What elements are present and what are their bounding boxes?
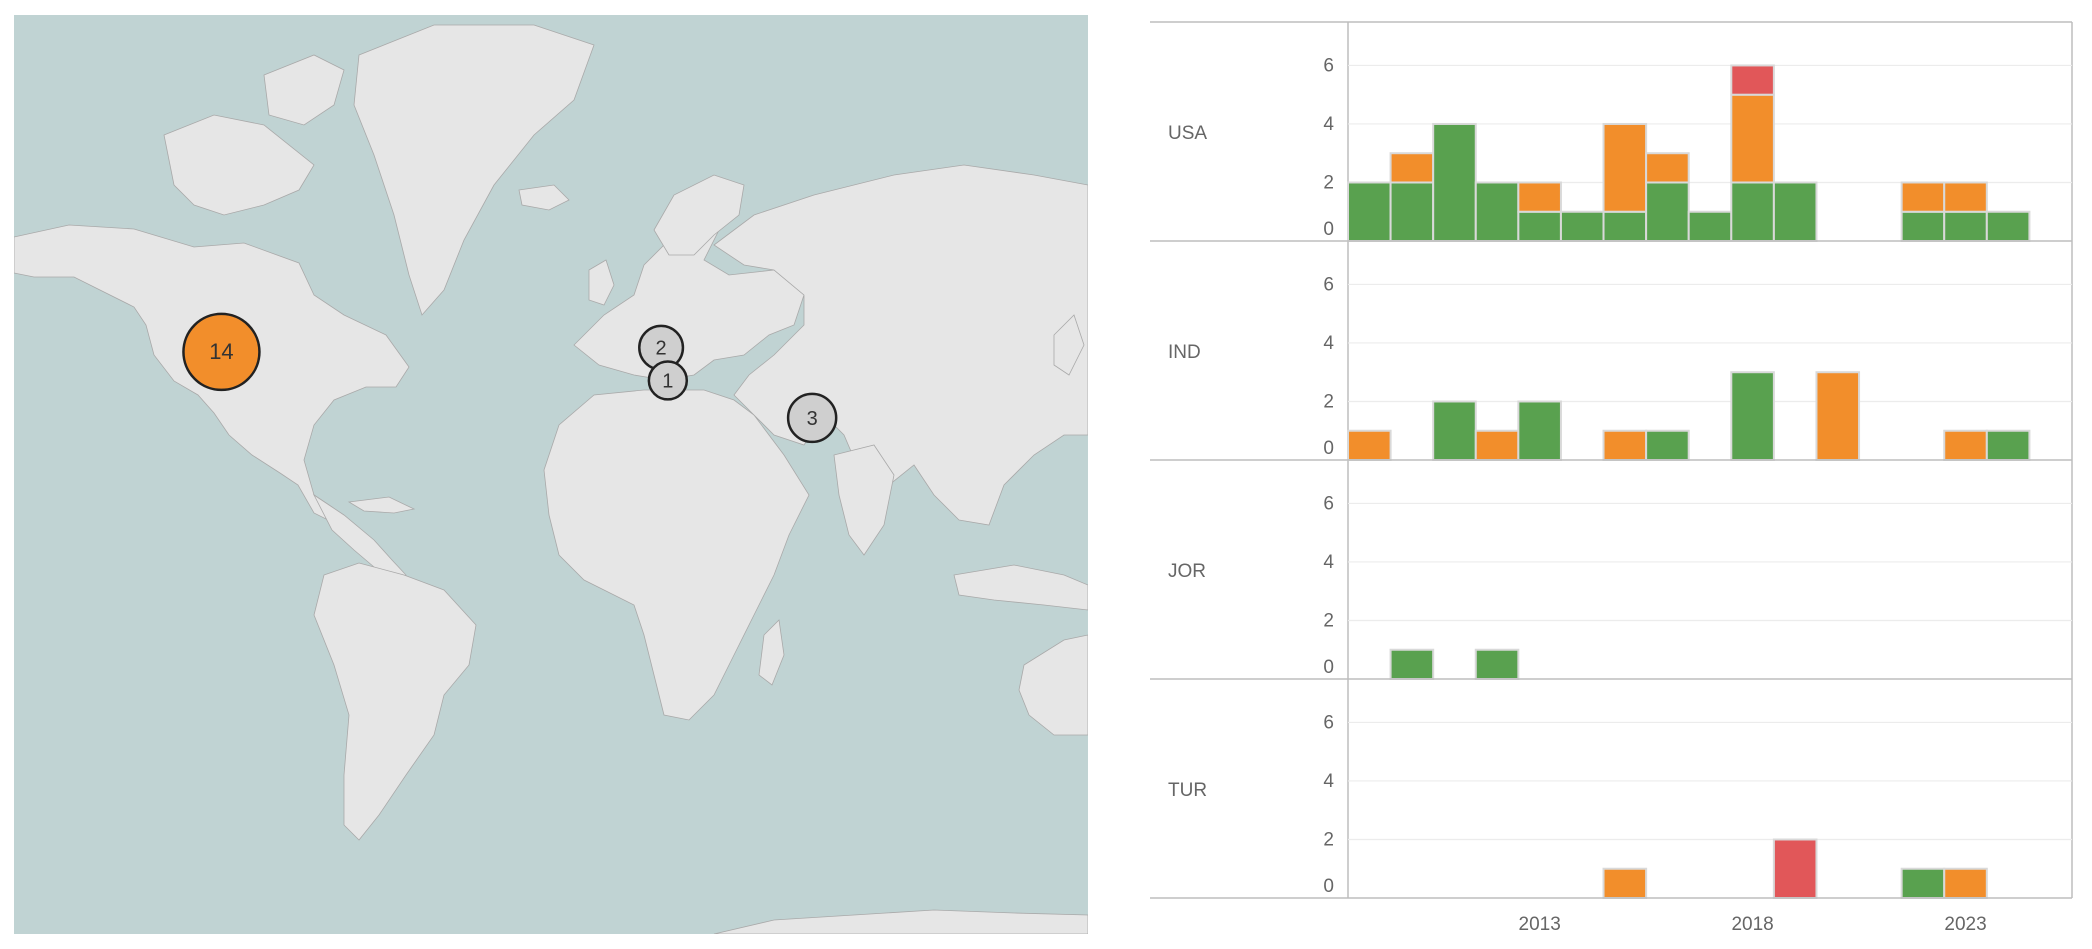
x-tick-label: 2013 — [1519, 914, 1561, 935]
bar-usa-2014-green[interactable] — [1559, 210, 1605, 243]
chart-panel: 0 2 4 6 USA 0 2 4 6 IND 0 2 4 6 JOR 0 2 4 6 TUR 2013 2018 2023 — [1150, 0, 2092, 944]
bar-ind-2024-green[interactable] — [1985, 429, 2031, 461]
y-tick-label: 6 — [1323, 55, 1334, 76]
y-tick-label: 2 — [1323, 391, 1334, 412]
row-label-usa: USA — [1168, 123, 1207, 144]
bar-ind-2018-green[interactable] — [1730, 371, 1775, 461]
y-tick-label: 4 — [1323, 333, 1334, 354]
y-tick-label: 6 — [1323, 493, 1334, 514]
map-marker-label-tur: 2 — [656, 338, 667, 360]
y-tick-label: 2 — [1323, 172, 1334, 193]
bar-usa-2011-green[interactable] — [1432, 122, 1477, 242]
map-marker-label-ind: 3 — [807, 408, 818, 430]
bar-usa-2010-green[interactable] — [1389, 181, 1435, 242]
bar-usa-2016-orange[interactable] — [1645, 152, 1690, 184]
bar-usa-2009-green[interactable] — [1347, 181, 1392, 242]
y-tick-label: 2 — [1323, 829, 1334, 850]
bar-usa-2013-green[interactable] — [1517, 210, 1562, 243]
bar-ind-2023-orange[interactable] — [1943, 429, 1988, 461]
bar-usa-2017-green[interactable] — [1687, 210, 1733, 243]
bar-usa-2022-orange[interactable] — [1900, 181, 1946, 213]
bar-usa-2012-green[interactable] — [1474, 181, 1520, 242]
bar-usa-2024-green[interactable] — [1985, 210, 2031, 243]
bar-usa-2016-green[interactable] — [1645, 181, 1690, 242]
bar-ind-2015-orange[interactable] — [1602, 429, 1648, 461]
y-tick-label: 0 — [1323, 876, 1334, 897]
panel-jor: 0 2 4 6 JOR — [1150, 493, 2072, 680]
y-tick-label: 0 — [1323, 219, 1334, 240]
world-map[interactable]: 14 2 1 3 — [13, 15, 1089, 935]
bar-ind-2016-green[interactable] — [1645, 429, 1690, 461]
row-label-jor: JOR — [1168, 561, 1206, 582]
y-tick-label: 4 — [1323, 552, 1334, 573]
bar-usa-2015-orange[interactable] — [1602, 122, 1648, 213]
panel-usa: 0 2 4 6 USA — [1150, 55, 2072, 243]
bar-ind-2013-green[interactable] — [1517, 400, 1562, 462]
y-tick-label: 6 — [1323, 274, 1334, 295]
bar-tur-2023-orange[interactable] — [1943, 867, 1988, 899]
bar-usa-2018-green[interactable] — [1730, 181, 1775, 242]
y-tick-label: 4 — [1323, 114, 1334, 135]
bar-jor-2012-green[interactable] — [1474, 648, 1520, 680]
bar-usa-2013-orange[interactable] — [1517, 181, 1562, 213]
x-tick-label: 2018 — [1731, 914, 1773, 935]
map-marker-label-jor: 1 — [662, 370, 673, 392]
panel-tur: 0 2 4 6 TUR — [1150, 712, 2072, 899]
stacked-bar-chart: 0 2 4 6 USA 0 2 4 6 IND 0 2 4 6 JOR 0 2 4 6 TUR 2013 2018 2023 — [1150, 21, 2073, 935]
row-label-ind: IND — [1168, 342, 1201, 363]
bar-tur-2019-red[interactable] — [1772, 838, 1818, 899]
bar-usa-2022-green[interactable] — [1900, 210, 1946, 243]
panel-ind: 0 2 4 6 IND — [1150, 274, 2072, 462]
bar-usa-2010-orange[interactable] — [1389, 152, 1435, 184]
row-label-tur: TUR — [1168, 780, 1207, 801]
map-marker-label-usa: 14 — [209, 339, 233, 364]
bar-usa-2015-green[interactable] — [1602, 210, 1648, 243]
bar-usa-2023-orange[interactable] — [1943, 181, 1988, 213]
bar-usa-2019-green[interactable] — [1772, 181, 1818, 242]
bar-usa-2023-green[interactable] — [1943, 210, 1988, 243]
y-tick-label: 4 — [1323, 771, 1334, 792]
bar-ind-2011-green[interactable] — [1432, 400, 1477, 462]
bar-tur-2022-green[interactable] — [1900, 867, 1946, 899]
bar-tur-2015-orange[interactable] — [1602, 867, 1648, 899]
bar-ind-2009-orange[interactable] — [1347, 429, 1392, 461]
bar-ind-2020-orange[interactable] — [1815, 371, 1861, 461]
y-tick-label: 2 — [1323, 610, 1334, 631]
bar-jor-2010-green[interactable] — [1389, 648, 1435, 680]
bar-usa-2018-red[interactable] — [1730, 64, 1775, 96]
y-tick-label: 6 — [1323, 712, 1334, 733]
world-map-canvas[interactable]: 14 2 1 3 — [13, 15, 1089, 935]
x-tick-label: 2023 — [1944, 914, 1986, 935]
bar-usa-2018-orange[interactable] — [1730, 93, 1775, 184]
bar-ind-2012-orange[interactable] — [1474, 429, 1520, 461]
y-tick-label: 0 — [1323, 657, 1334, 678]
y-tick-label: 0 — [1323, 438, 1334, 459]
